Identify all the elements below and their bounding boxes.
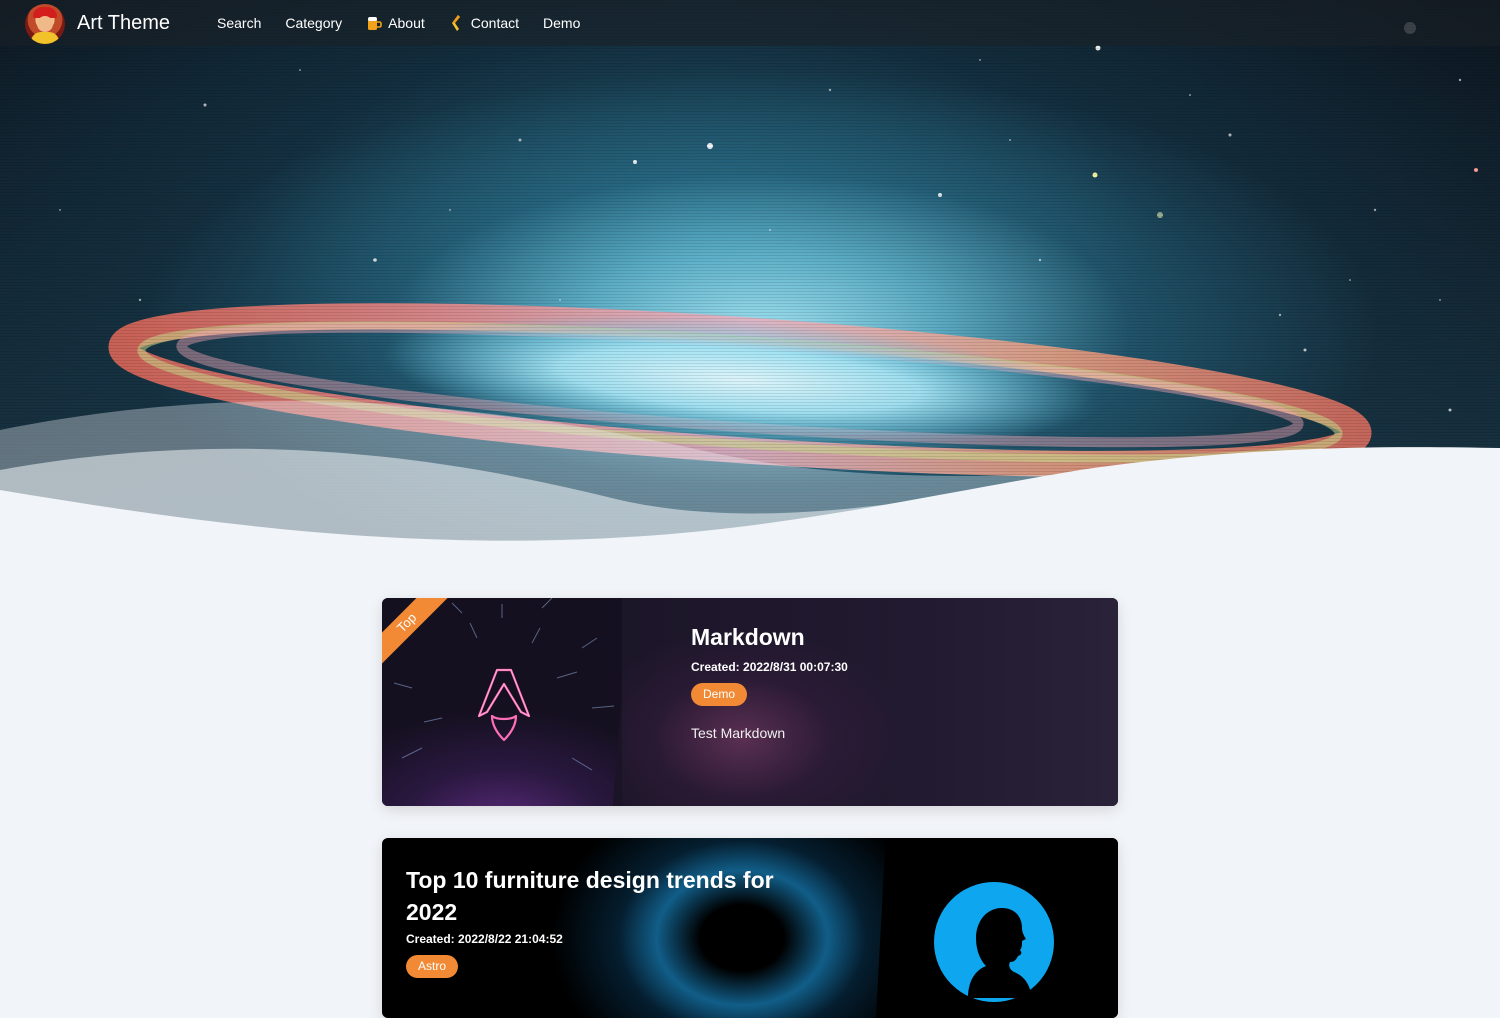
- top-navbar: Art Theme Search Category About Contact …: [0, 0, 1500, 46]
- post-card[interactable]: Top 10 furniture design trends for 2022 …: [382, 838, 1118, 1018]
- post-tag[interactable]: Demo: [691, 683, 748, 706]
- hero-wave-divider: [0, 401, 1500, 560]
- post-created: Created: 2022/8/31 00:07:30: [691, 660, 848, 674]
- created-label: Created:: [406, 932, 455, 946]
- post-card[interactable]: Top Markdown Created: 2022/8/31 00:07:30…: [382, 598, 1118, 806]
- post-title[interactable]: Markdown: [691, 624, 805, 651]
- nav-item-category[interactable]: Category: [285, 15, 342, 31]
- beer-mug-icon: [366, 14, 382, 32]
- created-date: 2022/8/31 00:07:30: [743, 660, 848, 674]
- created-date: 2022/8/22 21:04:52: [458, 932, 563, 946]
- post-created: Created: 2022/8/22 21:04:52: [406, 932, 563, 946]
- nav-item-about[interactable]: About: [366, 14, 425, 32]
- nav-item-label: Demo: [543, 15, 581, 31]
- flame-icon: [449, 14, 465, 32]
- nav-item-demo[interactable]: Demo: [543, 15, 580, 31]
- nav-item-label: Contact: [470, 15, 520, 31]
- post-thumbnail[interactable]: [382, 598, 630, 806]
- nav-menu: Search Category About Contact Demo: [217, 0, 604, 46]
- post-title[interactable]: Top 10 furniture design trends for 2022: [406, 864, 826, 928]
- nav-item-label: Search: [217, 15, 262, 31]
- nav-item-label: About: [388, 15, 425, 31]
- nav-item-contact[interactable]: Contact: [449, 14, 519, 32]
- hero-banner: [0, 0, 1500, 560]
- post-thumbnail[interactable]: [876, 838, 1118, 1018]
- nav-item-search[interactable]: Search: [217, 15, 261, 31]
- post-tag[interactable]: Astro: [406, 955, 459, 978]
- avatar[interactable]: [25, 4, 65, 44]
- person-silhouette-icon: [934, 882, 1054, 1002]
- post-description: Test Markdown: [691, 725, 786, 741]
- created-label: Created:: [691, 660, 740, 674]
- astro-rocket-icon: [393, 598, 615, 771]
- nav-item-label: Category: [285, 15, 343, 31]
- site-title[interactable]: Art Theme: [77, 11, 170, 35]
